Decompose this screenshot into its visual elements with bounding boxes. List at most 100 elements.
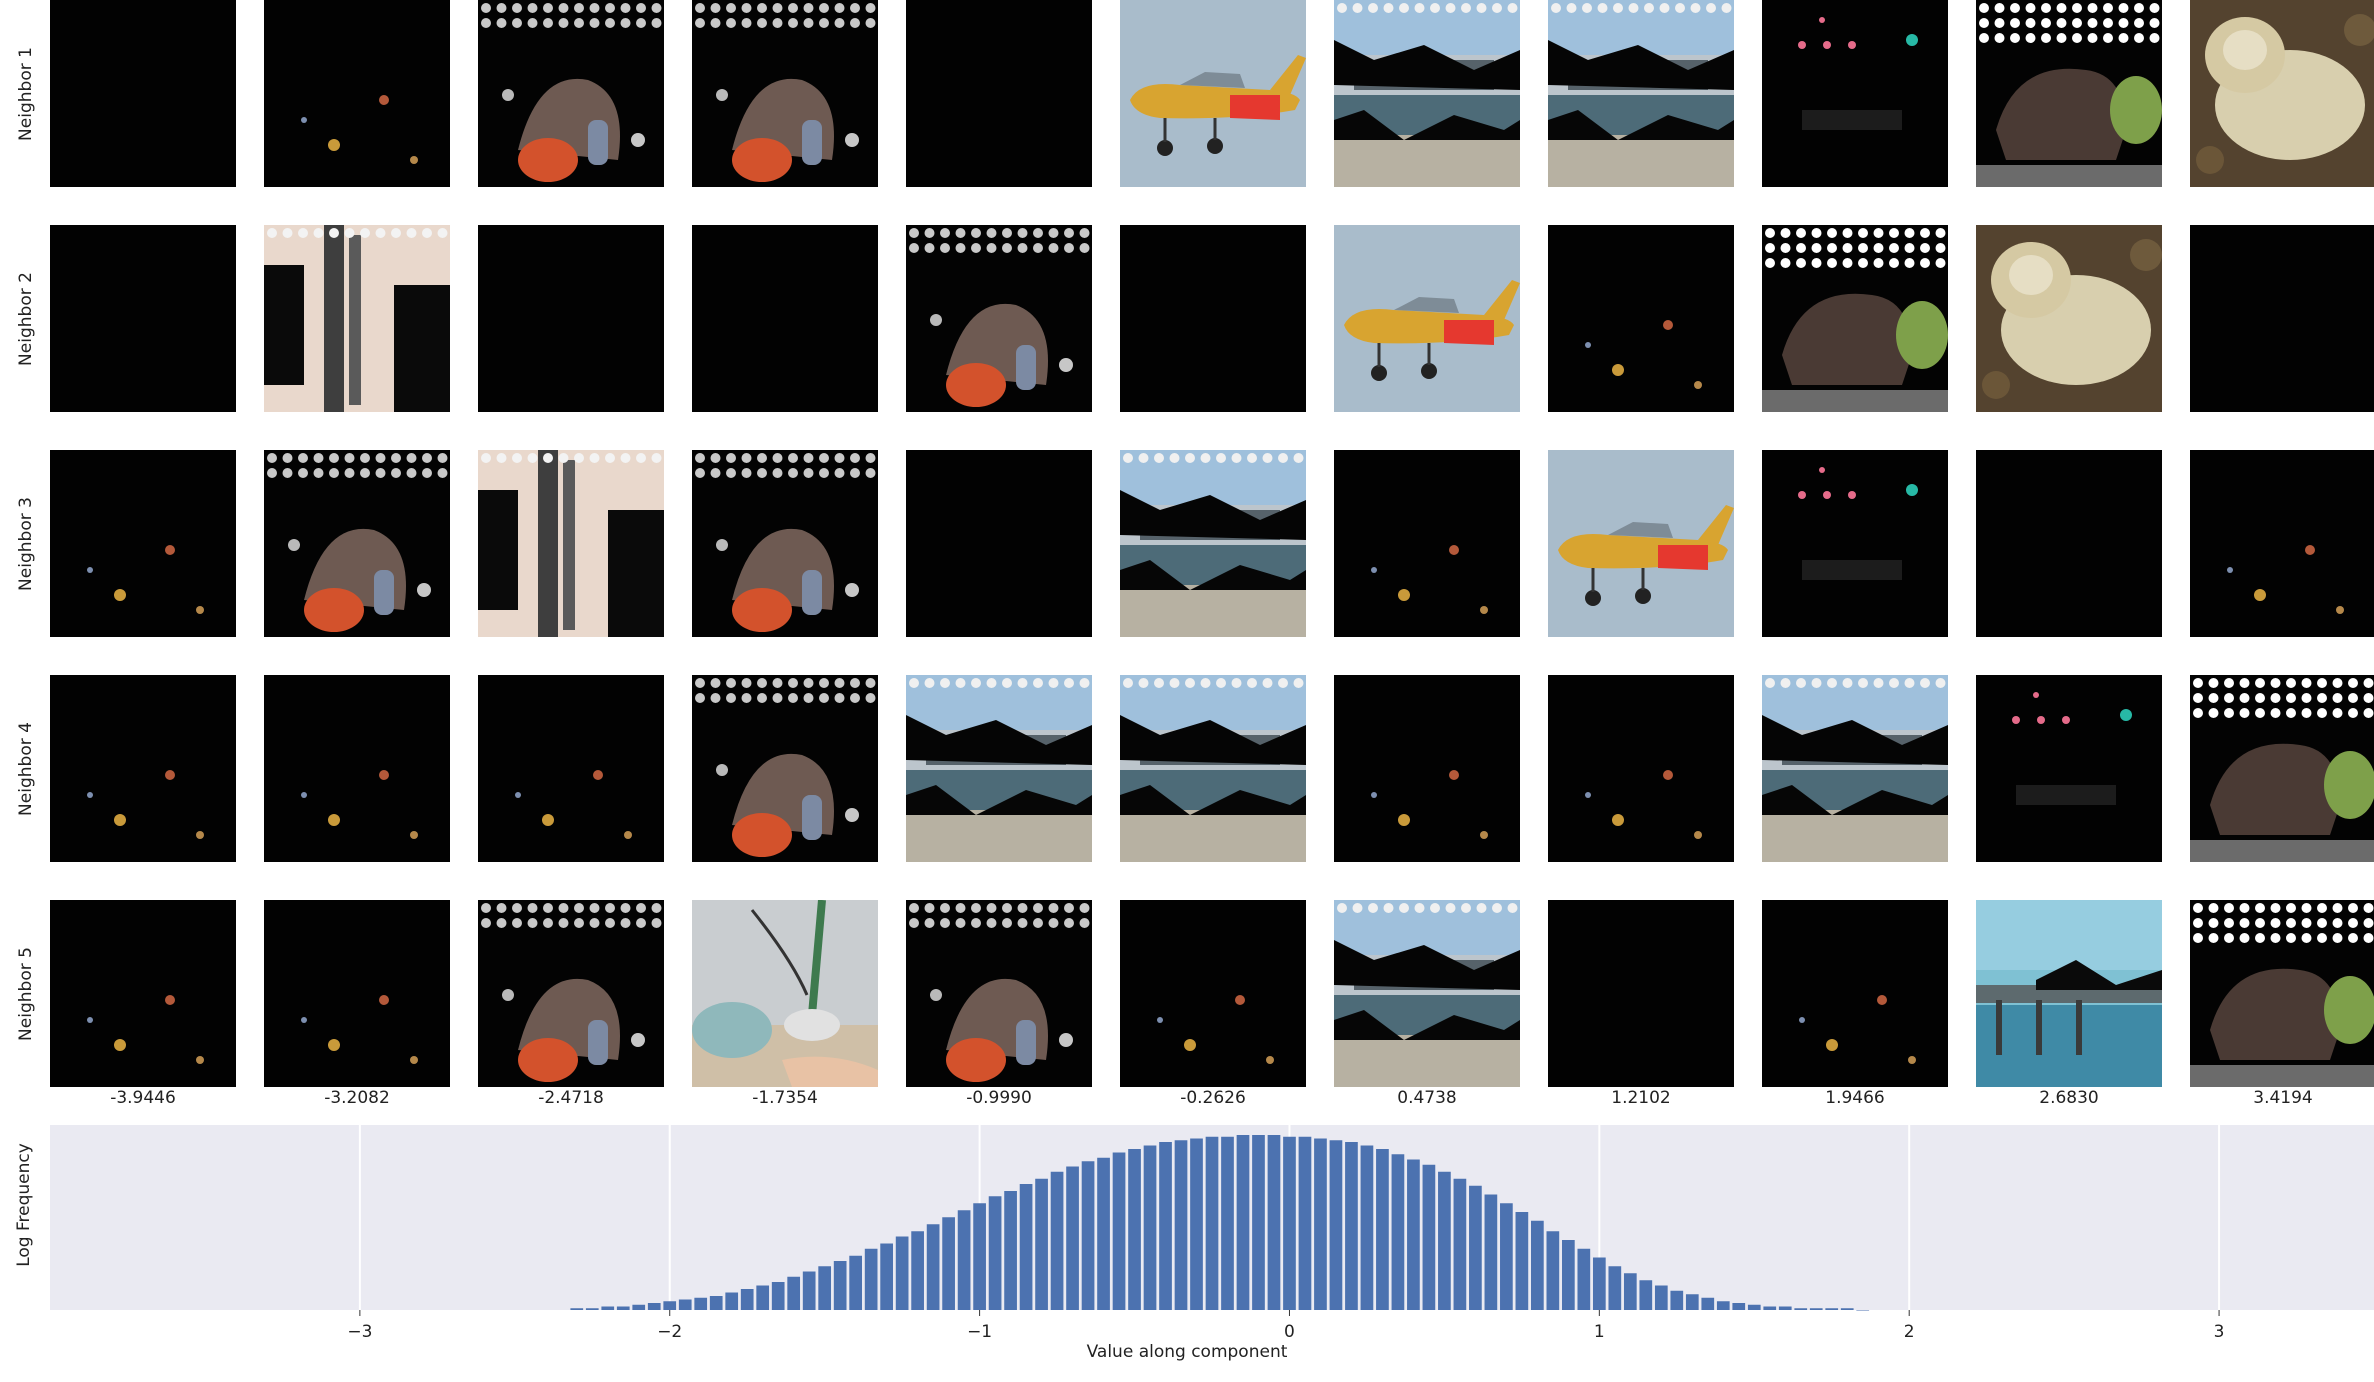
histogram-bar	[1469, 1185, 1482, 1310]
histogram-bar	[632, 1304, 646, 1310]
thumbnail-r1-c2	[264, 0, 450, 187]
histogram-bar	[818, 1266, 832, 1310]
histogram-bar	[1685, 1294, 1699, 1310]
histogram-bar	[1670, 1290, 1684, 1310]
row-label-neighbor-5: Neighbor 5	[16, 946, 36, 1041]
histogram-bar	[1639, 1280, 1653, 1310]
histogram-bar	[1515, 1212, 1529, 1310]
histogram-bar	[616, 1306, 630, 1310]
histogram-bar	[1112, 1152, 1126, 1310]
histogram-bar	[1577, 1248, 1591, 1310]
histogram-bar	[678, 1299, 692, 1310]
column-value-label: 1.2102	[1611, 1088, 1671, 1108]
thumbnail-r3-c5	[906, 450, 1092, 637]
histogram-bar	[1763, 1306, 1777, 1310]
thumbnail-r5-c10	[1976, 900, 2162, 1087]
histogram-bar	[911, 1231, 924, 1310]
thumbnail-r1-c10	[1976, 0, 2162, 187]
histogram-bar	[1314, 1138, 1327, 1310]
thumbnail-r3-c7	[1334, 450, 1520, 637]
histogram-bar	[1019, 1184, 1033, 1310]
thumbnail-r2-c9	[1762, 225, 1948, 412]
histogram-bar	[1128, 1149, 1141, 1310]
thumbnail-r5-c6	[1120, 900, 1306, 1087]
histogram-bar	[926, 1224, 940, 1310]
histogram-bar	[1825, 1308, 1839, 1310]
histogram-bar	[895, 1236, 909, 1310]
histogram-bar	[1531, 1220, 1544, 1310]
histogram-bar	[740, 1289, 754, 1310]
column-value-label: -2.4718	[538, 1088, 604, 1108]
histogram-bar	[1546, 1231, 1560, 1310]
histogram-bar	[647, 1303, 661, 1310]
thumbnail-r4-c11	[2190, 675, 2374, 862]
x-tick-label: −2	[657, 1322, 682, 1342]
histogram-bar	[1856, 1310, 1870, 1311]
histogram-bar	[1747, 1304, 1761, 1310]
thumbnail-r2-c11	[2190, 225, 2374, 412]
thumbnail-r3-c11	[2190, 450, 2374, 637]
histogram-bar	[1329, 1140, 1343, 1310]
thumbnail-r5-c8	[1548, 900, 1734, 1087]
histogram-bar	[1097, 1157, 1110, 1310]
histogram-bar	[709, 1296, 723, 1310]
neighbor-thumbnail-grid: Neighbor 1 Neighbor 2 Neighbor 3 Neighbo…	[0, 0, 2374, 1120]
histogram-y-axis-label: Log Frequency	[14, 1143, 34, 1267]
histogram-bar	[1592, 1257, 1606, 1310]
thumbnail-r4-c7	[1334, 675, 1520, 862]
thumbnail-r5-c1	[50, 900, 236, 1087]
thumbnail-r5-c3	[478, 900, 664, 1087]
histogram-bar	[1623, 1273, 1637, 1310]
thumbnail-r1-c9	[1762, 0, 1948, 187]
thumbnail-r4-c10	[1976, 675, 2162, 862]
histogram-bar	[1252, 1135, 1265, 1310]
histogram-bar	[1004, 1191, 1017, 1310]
histogram-bar	[1298, 1136, 1312, 1310]
x-tick-label: 0	[1284, 1322, 1295, 1342]
histogram-bar	[1143, 1145, 1157, 1310]
row-label-neighbor-2: Neighbor 2	[16, 271, 36, 366]
histogram-bar	[833, 1261, 847, 1310]
thumbnail-r4-c6	[1120, 675, 1306, 862]
thumbnail-r3-c3	[478, 450, 664, 637]
column-value-label: -1.7354	[752, 1088, 818, 1108]
histogram-bar	[1050, 1171, 1064, 1310]
thumbnail-r3-c8	[1548, 450, 1734, 637]
histogram-bar	[1391, 1154, 1405, 1310]
thumbnail-r1-c4	[692, 0, 878, 187]
thumbnail-r4-c2	[264, 675, 450, 862]
column-value-label: -0.2626	[1180, 1088, 1246, 1108]
thumbnail-r3-c4	[692, 450, 878, 637]
histogram-bar	[1654, 1285, 1668, 1310]
histogram-bar	[1809, 1308, 1823, 1310]
thumbnail-r5-c7	[1334, 900, 1520, 1087]
histogram-bar	[1500, 1203, 1513, 1310]
histogram-bar	[1159, 1142, 1172, 1310]
histogram-bar	[1422, 1164, 1436, 1310]
thumbnail-r2-c2	[264, 225, 450, 412]
x-tick-label: −3	[347, 1322, 372, 1342]
column-value-label: -0.9990	[966, 1088, 1032, 1108]
histogram-bar	[1066, 1166, 1079, 1310]
thumbnail-r2-c3	[478, 225, 664, 412]
histogram-bar	[1174, 1140, 1188, 1310]
thumbnail-r3-c2	[264, 450, 450, 637]
histogram-bar	[988, 1196, 1002, 1310]
thumbnail-r5-c4	[692, 900, 878, 1087]
column-value-label: 3.4194	[2253, 1088, 2313, 1108]
histogram-bar	[1484, 1194, 1498, 1310]
row-label-neighbor-1: Neighbor 1	[16, 46, 36, 141]
column-value-label: 2.6830	[2039, 1088, 2099, 1108]
histogram-bar	[1701, 1297, 1715, 1310]
thumbnail-r1-c3	[478, 0, 664, 187]
histogram-bar	[1840, 1308, 1854, 1310]
thumbnail-r1-c1	[50, 0, 236, 187]
histogram-bar	[570, 1308, 584, 1310]
histogram-bar	[942, 1217, 955, 1310]
column-value-label: -3.9446	[110, 1088, 176, 1108]
thumbnail-r3-c6	[1120, 450, 1306, 637]
histogram-bar	[1360, 1145, 1374, 1310]
histogram-bar	[787, 1276, 801, 1310]
column-value-label: 1.9466	[1825, 1088, 1885, 1108]
histogram-bar	[694, 1297, 708, 1310]
